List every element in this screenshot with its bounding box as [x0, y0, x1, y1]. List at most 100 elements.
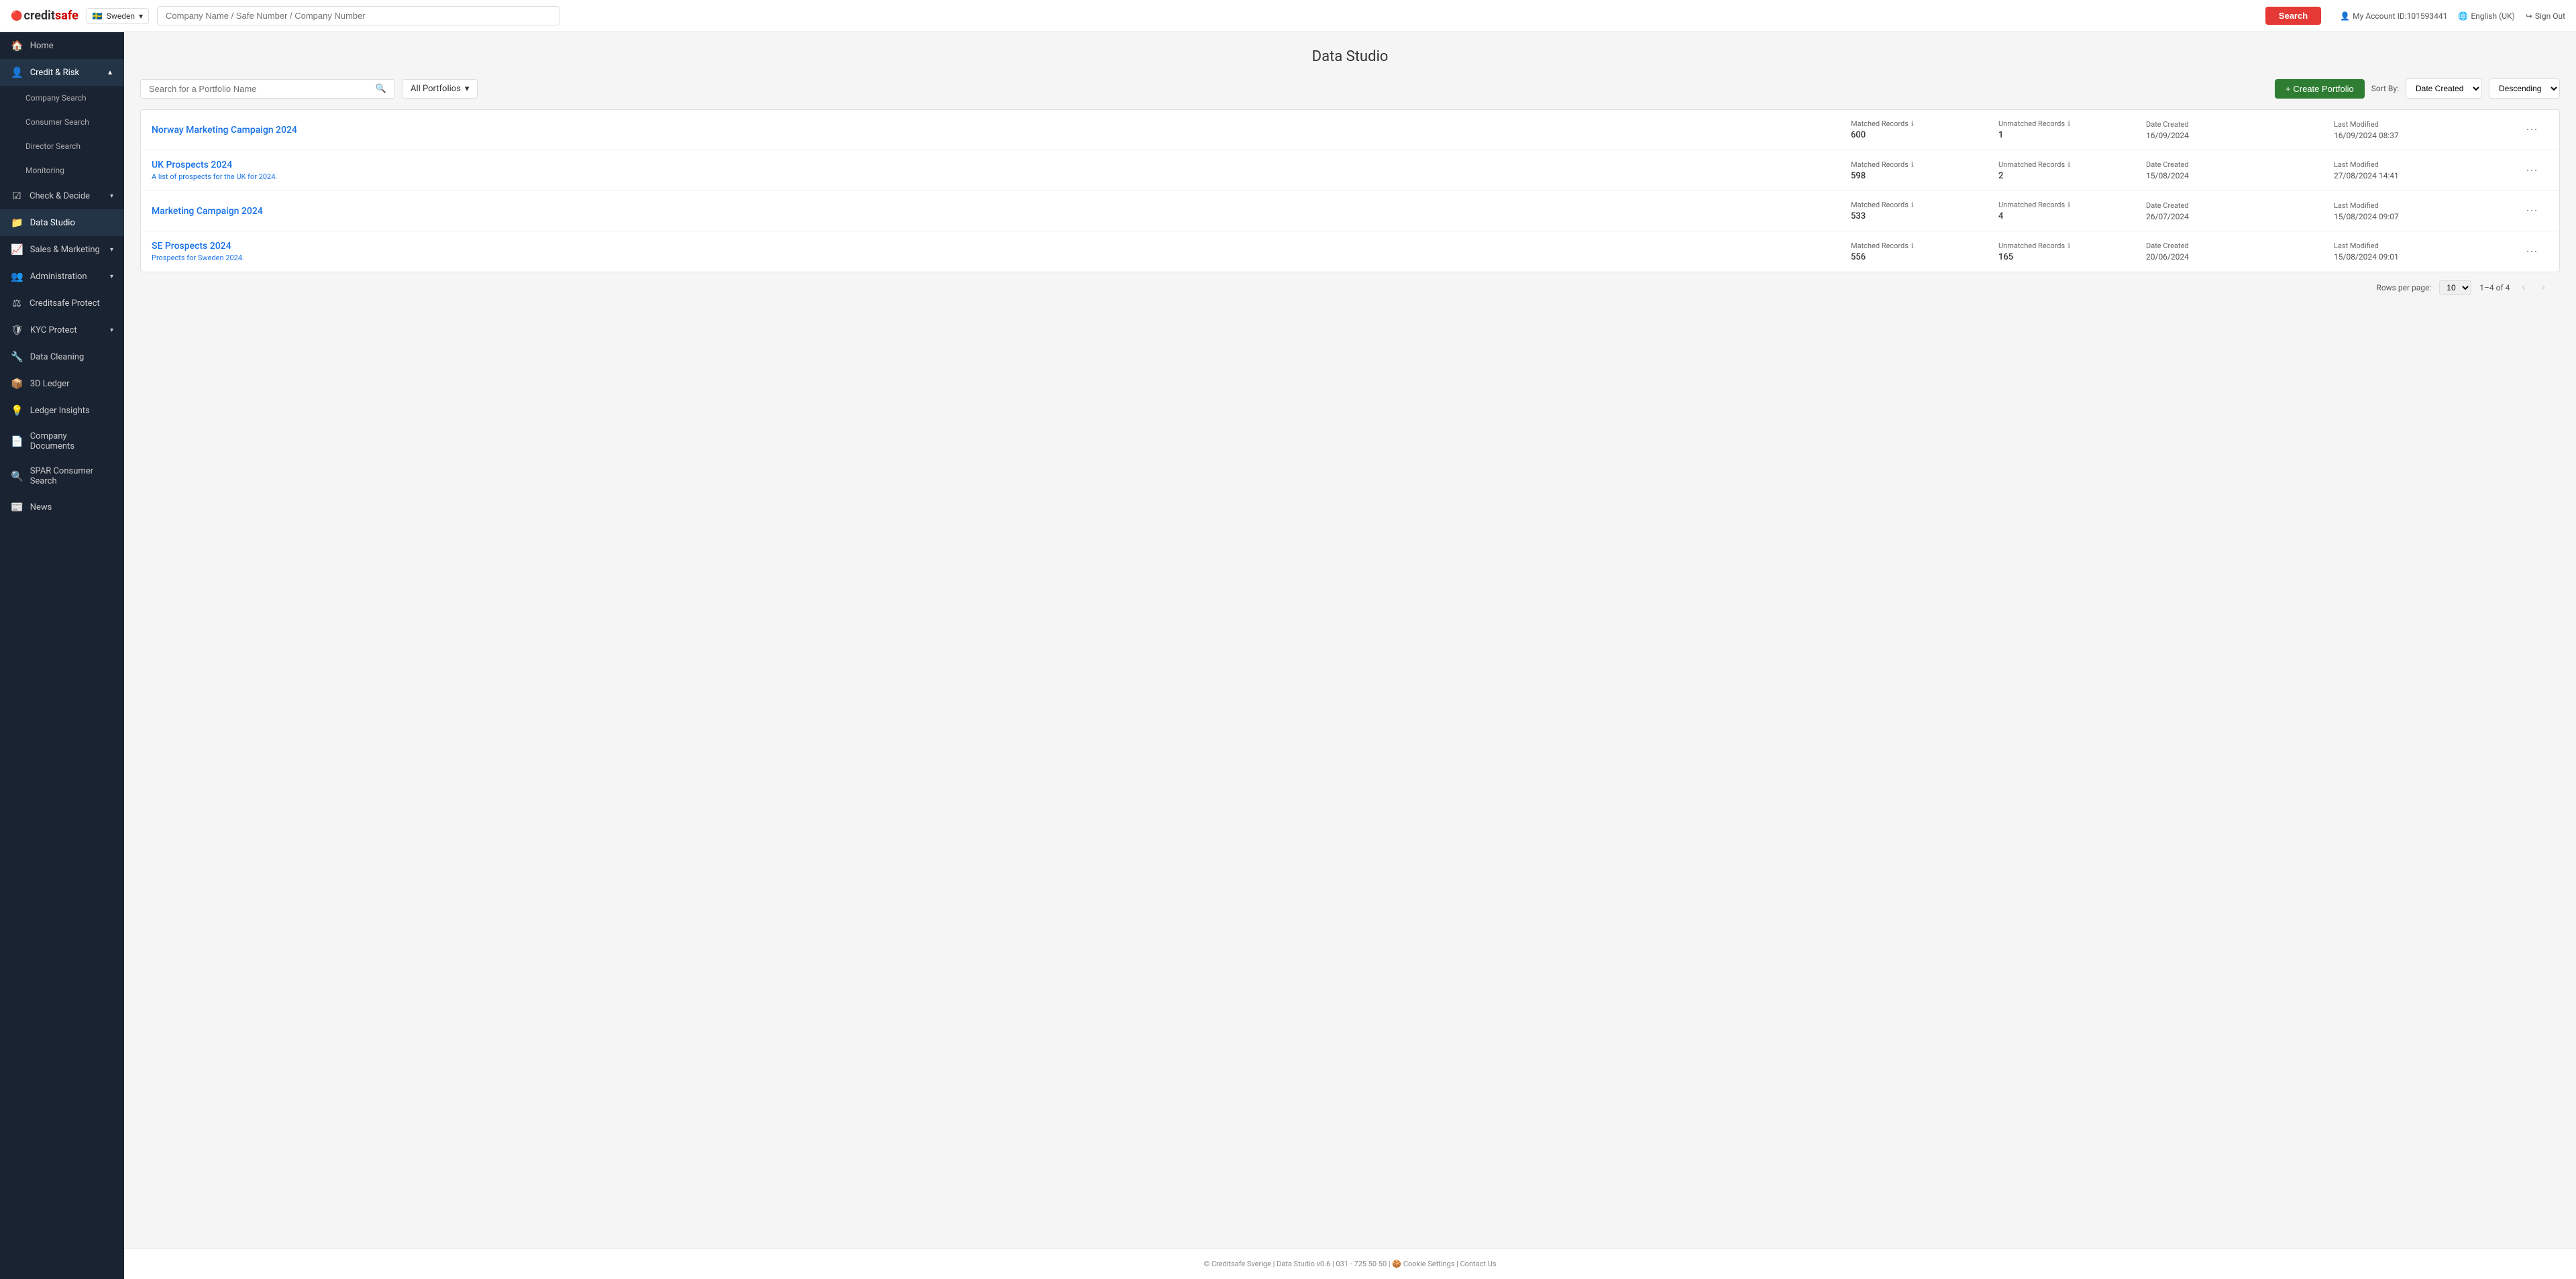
- country-selector[interactable]: 🇸🇪 Sweden ▾: [87, 8, 149, 24]
- create-portfolio-button[interactable]: + Create Portfolio: [2275, 79, 2365, 99]
- matched-records-header: Matched Records ℹ: [1851, 119, 1998, 128]
- last-modified-value: 15/08/2024 09:07: [2334, 212, 2522, 221]
- sidebar-label-consumer-search: Consumer Search: [25, 117, 113, 127]
- credit-risk-icon: 👤: [11, 66, 23, 78]
- matched-records-cell: Matched Records ℹ 556: [1851, 241, 1998, 262]
- my-account-link[interactable]: 👤 My Account ID:101593441: [2340, 11, 2447, 21]
- sidebar-item-sales-marketing[interactable]: 📈 Sales & Marketing ▾: [0, 236, 124, 263]
- portfolio-description: A list of prospects for the UK for 2024.: [152, 172, 1851, 181]
- date-created-cell: Date Created 26/07/2024: [2146, 201, 2334, 221]
- rows-per-page-label: Rows per page:: [2376, 283, 2431, 292]
- matched-info-icon[interactable]: ℹ: [1911, 201, 1914, 209]
- matched-info-icon[interactable]: ℹ: [1911, 119, 1914, 128]
- sidebar-item-administration[interactable]: 👥 Administration ▾: [0, 263, 124, 290]
- portfolio-name-link[interactable]: Norway Marketing Campaign 2024: [152, 125, 1851, 135]
- data-cleaning-icon: 🔧: [11, 351, 23, 363]
- signout-link[interactable]: ↪ Sign Out: [2526, 11, 2565, 21]
- sort-order-select[interactable]: Descending Ascending: [2489, 78, 2560, 99]
- portfolio-search-input[interactable]: [149, 84, 370, 94]
- unmatched-records-value: 2: [1998, 171, 2146, 181]
- sidebar-item-ledger-insights[interactable]: 💡 Ledger Insights: [0, 397, 124, 424]
- matched-info-icon[interactable]: ℹ: [1911, 241, 1914, 250]
- country-chevron-icon: ▾: [139, 11, 143, 21]
- table-row: Norway Marketing Campaign 2024 Matched R…: [141, 110, 2559, 150]
- sidebar-label-company-search: Company Search: [25, 93, 113, 103]
- global-search-input[interactable]: [157, 6, 559, 25]
- last-modified-cell: Last Modified 15/08/2024 09:01: [2334, 241, 2522, 262]
- matched-records-value: 556: [1851, 252, 1998, 262]
- pagination-next-button[interactable]: ›: [2538, 280, 2549, 295]
- table-row: UK Prospects 2024 A list of prospects fo…: [141, 150, 2559, 191]
- portfolio-search-container: 🔍: [140, 79, 395, 99]
- language-selector[interactable]: 🌐 English (UK): [2458, 11, 2514, 21]
- sidebar-item-creditsafe-protect[interactable]: ⚖ Creditsafe Protect: [0, 290, 124, 317]
- sidebar-label-company-documents: Company Documents: [30, 431, 113, 451]
- matched-info-icon[interactable]: ℹ: [1911, 160, 1914, 169]
- sidebar-label-director-search: Director Search: [25, 142, 113, 151]
- row-more-button[interactable]: ⋯: [2522, 162, 2542, 179]
- sidebar-item-kyc-protect[interactable]: 🛡 KYC Protect ▾: [0, 317, 124, 343]
- date-created-header: Date Created: [2146, 120, 2334, 129]
- portfolio-name-link[interactable]: Marketing Campaign 2024: [152, 206, 1851, 217]
- unmatched-info-icon[interactable]: ℹ: [2068, 201, 2070, 209]
- sidebar-item-check-decide[interactable]: ☑ Check & Decide ▾: [0, 182, 124, 209]
- language-label: English (UK): [2471, 11, 2514, 21]
- signout-label: Sign Out: [2535, 11, 2565, 21]
- matched-records-cell: Matched Records ℹ 598: [1851, 160, 1998, 181]
- sidebar-item-data-studio[interactable]: 📁 Data Studio: [0, 209, 124, 236]
- company-documents-icon: 📄: [11, 435, 23, 447]
- sidebar-label-ledger-insights: Ledger Insights: [30, 406, 113, 416]
- sort-by-select[interactable]: Date Created Name: [2406, 78, 2482, 99]
- matched-records-header: Matched Records ℹ: [1851, 241, 1998, 250]
- sidebar-item-company-documents[interactable]: 📄 Company Documents: [0, 424, 124, 459]
- sales-marketing-chevron-icon: ▾: [110, 246, 113, 254]
- matched-records-value: 533: [1851, 211, 1998, 221]
- row-more-button[interactable]: ⋯: [2522, 121, 2542, 138]
- matched-records-cell: Matched Records ℹ 533: [1851, 201, 1998, 221]
- row-more-button[interactable]: ⋯: [2522, 203, 2542, 219]
- spar-consumer-icon: 🔍: [11, 470, 23, 482]
- last-modified-value: 16/09/2024 08:37: [2334, 131, 2522, 140]
- sidebar-item-spar-consumer[interactable]: 🔍 SPAR Consumer Search: [0, 459, 124, 494]
- date-created-value: 26/07/2024: [2146, 212, 2334, 221]
- footer-text: © Creditsafe Sverige | Data Studio v0.6 …: [1203, 1260, 1496, 1268]
- unmatched-info-icon[interactable]: ℹ: [2068, 241, 2070, 250]
- country-name: Sweden: [107, 11, 135, 21]
- sidebar-item-credit-risk[interactable]: 👤 Credit & Risk ▲: [0, 59, 124, 86]
- global-search-button[interactable]: Search: [2265, 7, 2321, 25]
- ledger-insights-icon: 💡: [11, 404, 23, 416]
- last-modified-cell: Last Modified 15/08/2024 09:07: [2334, 201, 2522, 221]
- sidebar-label-data-cleaning: Data Cleaning: [30, 352, 113, 362]
- table-row: Marketing Campaign 2024 Matched Records …: [141, 191, 2559, 231]
- date-created-header: Date Created: [2146, 201, 2334, 210]
- footer: © Creditsafe Sverige | Data Studio v0.6 …: [124, 1248, 2576, 1279]
- portfolio-name-link[interactable]: SE Prospects 2024: [152, 241, 1851, 252]
- sidebar-label-administration: Administration: [30, 272, 103, 282]
- logo-bird-icon: 🔴: [11, 11, 22, 21]
- sidebar-item-3d-ledger[interactable]: 📦 3D Ledger: [0, 370, 124, 397]
- sidebar-item-director-search[interactable]: Director Search: [0, 134, 124, 158]
- date-created-header: Date Created: [2146, 160, 2334, 169]
- top-navigation: 🔴 credit safe 🇸🇪 Sweden ▾ Search 👤 My Ac…: [0, 0, 2576, 32]
- rows-per-page-select[interactable]: 10 25 50: [2439, 280, 2471, 295]
- sidebar-item-consumer-search[interactable]: Consumer Search: [0, 110, 124, 134]
- sidebar-item-company-search[interactable]: Company Search: [0, 86, 124, 110]
- sidebar-item-data-cleaning[interactable]: 🔧 Data Cleaning: [0, 343, 124, 370]
- row-more-button[interactable]: ⋯: [2522, 243, 2542, 260]
- portfolio-filter-dropdown[interactable]: All Portfolios ▾: [402, 79, 478, 99]
- logo: 🔴 credit safe: [11, 9, 78, 23]
- matched-records-value: 600: [1851, 130, 1998, 140]
- logo-safe-text: safe: [55, 9, 78, 23]
- unmatched-records-value: 4: [1998, 211, 2146, 221]
- sidebar-item-home[interactable]: 🏠 Home: [0, 32, 124, 59]
- unmatched-info-icon[interactable]: ℹ: [2068, 119, 2070, 128]
- sidebar-item-news[interactable]: 📰 News: [0, 494, 124, 520]
- portfolio-name-cell: SE Prospects 2024 Prospects for Sweden 2…: [152, 241, 1851, 262]
- portfolio-name-link[interactable]: UK Prospects 2024: [152, 160, 1851, 170]
- sort-by-label: Sort By:: [2371, 84, 2399, 93]
- unmatched-records-cell: Unmatched Records ℹ 165: [1998, 241, 2146, 262]
- sidebar-item-monitoring[interactable]: Monitoring: [0, 158, 124, 182]
- pagination-prev-button[interactable]: ‹: [2518, 280, 2529, 295]
- kyc-protect-chevron-icon: ▾: [110, 327, 113, 334]
- unmatched-info-icon[interactable]: ℹ: [2068, 160, 2070, 169]
